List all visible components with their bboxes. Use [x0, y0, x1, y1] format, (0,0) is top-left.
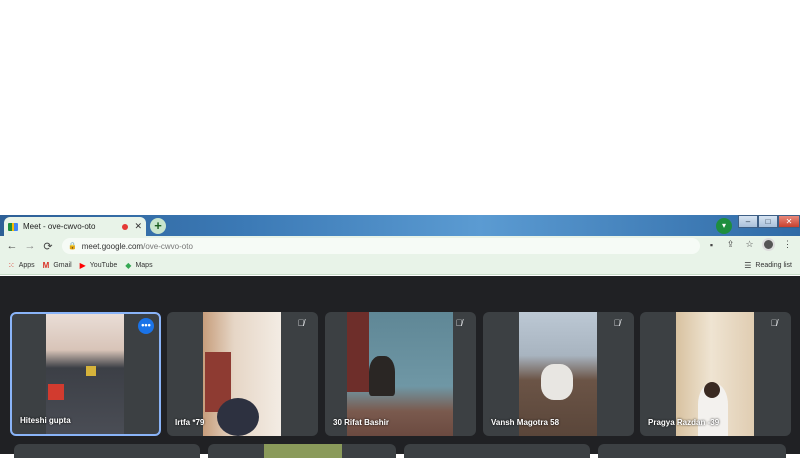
participant-tile[interactable]: 🎙̸ 30 Rifat Bashir	[325, 312, 476, 436]
mic-muted-icon: 🎙̸	[455, 318, 463, 328]
participant-tile-row2[interactable]	[14, 444, 200, 458]
more-options-icon[interactable]: •••	[138, 318, 154, 334]
camera-icon[interactable]: ▪	[702, 240, 721, 250]
new-tab-button[interactable]: +	[150, 218, 166, 234]
menu-kebab-icon[interactable]: ⋮	[778, 239, 797, 250]
bookmark-maps[interactable]: ◆ Maps	[125, 261, 152, 270]
bookmark-label: YouTube	[89, 261, 118, 269]
address-bar[interactable]: 🔒 meet.google.com/ove-cwvo-oto	[62, 238, 700, 254]
participant-tile-row2[interactable]	[598, 444, 786, 458]
participant-tile[interactable]: ••• Hiteshi gupta	[10, 312, 161, 436]
bookmark-youtube[interactable]: ▶ YouTube	[80, 261, 118, 270]
url-host: meet.google.com	[81, 241, 144, 251]
maximize-button[interactable]: □	[758, 215, 778, 228]
meet-call-area: ••• Hiteshi gupta 🎙̸ Irtfa *79 🎙̸ 30 Rif…	[0, 276, 800, 458]
tab-title: Meet - ove-cwvo-oto	[23, 222, 96, 231]
bookmark-star-icon[interactable]: ☆	[740, 239, 759, 250]
back-button[interactable]: ←	[6, 240, 18, 252]
participant-video	[203, 312, 281, 436]
reload-button[interactable]: ⟳	[42, 240, 54, 253]
bookmark-gmail[interactable]: M Gmail	[43, 261, 72, 270]
recording-indicator-icon	[122, 223, 129, 230]
reading-list-icon: ☰	[744, 260, 752, 270]
participant-name: Irtfa *79	[175, 418, 205, 427]
maps-icon: ◆	[125, 260, 132, 270]
tab-search-chevron-icon[interactable]: ▾	[716, 218, 732, 234]
tab-close-icon[interactable]: ✕	[134, 221, 142, 232]
meet-favicon-icon	[8, 222, 18, 231]
apps-grid-icon: ⁙	[8, 260, 15, 270]
youtube-icon: ▶	[79, 260, 86, 270]
profile-avatar[interactable]	[762, 238, 775, 251]
blank-area-above-window	[0, 0, 800, 215]
reading-list-label: Reading list	[755, 261, 792, 269]
mic-muted-icon: 🎙̸	[613, 318, 621, 328]
bookmark-label: Apps	[18, 261, 35, 269]
participant-tile-row2[interactable]	[208, 444, 396, 458]
participant-name: Vansh Magotra 58	[491, 418, 560, 427]
share-icon[interactable]: ⇪	[721, 239, 740, 250]
lock-icon: 🔒	[68, 243, 77, 250]
mic-muted-icon: 🎙̸	[297, 318, 305, 328]
participant-tile[interactable]: 🎙̸ Vansh Magotra 58	[483, 312, 634, 436]
minimize-button[interactable]: –	[738, 215, 758, 228]
url-path: /ove-cwvo-oto	[143, 241, 193, 251]
participant-tile[interactable]: 🎙̸ Pragya Razdan -39	[640, 312, 791, 436]
participant-tile[interactable]: 🎙̸ Irtfa *79	[167, 312, 318, 436]
gmail-icon: M	[42, 260, 50, 270]
participant-tile-row2[interactable]	[404, 444, 590, 458]
window-titlebar: Meet - ove-cwvo-oto ✕ + ▾ – □ ✕	[0, 215, 800, 236]
participant-name: Pragya Razdan -39	[648, 418, 720, 427]
browser-toolbar: ← → ⟳ 🔒 meet.google.com/ove-cwvo-oto ▪ ⇪…	[0, 236, 800, 256]
toolbar-icons: ▪ ⇪ ☆ ⋮	[702, 238, 797, 251]
participant-name: Hiteshi gupta	[20, 416, 71, 425]
forward-button[interactable]: →	[24, 240, 36, 252]
bookmarks-bar: ⁙ Apps M Gmail ▶ YouTube ◆ Maps ☰ Readin…	[0, 256, 800, 275]
bookmark-label: Gmail	[53, 261, 72, 269]
mic-muted-icon: 🎙̸	[770, 318, 778, 328]
window-controls: – □ ✕	[738, 215, 800, 228]
participant-name: 30 Rifat Bashir	[333, 418, 390, 427]
reading-list-button[interactable]: ☰ Reading list	[744, 261, 792, 270]
close-window-button[interactable]: ✕	[778, 215, 800, 228]
browser-tab-meet[interactable]: Meet - ove-cwvo-oto ✕	[4, 217, 146, 236]
bookmark-label: Maps	[135, 261, 153, 269]
bookmark-apps[interactable]: ⁙ Apps	[8, 261, 35, 270]
